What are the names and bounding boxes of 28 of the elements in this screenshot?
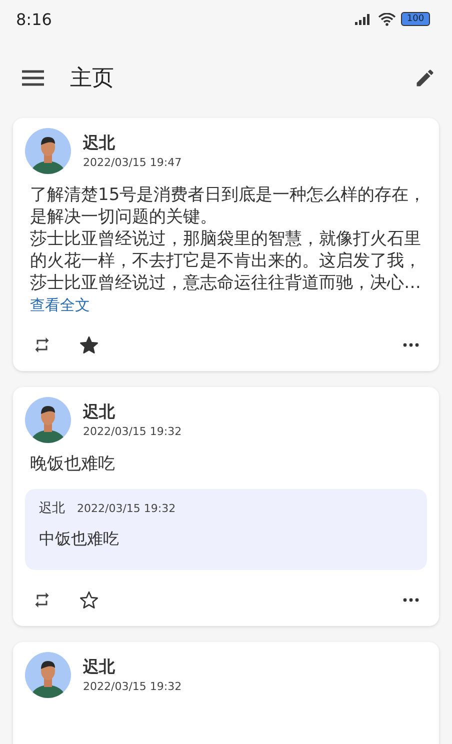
pencil-icon[interactable]: [414, 67, 436, 89]
post-time: 2022/03/15 19:47: [83, 156, 182, 169]
post-time: 2022/03/15 19:32: [83, 425, 182, 438]
author-name: 迟北: [83, 402, 116, 423]
avatar: [25, 652, 71, 698]
avatar: [25, 128, 71, 174]
status-time: 8:16: [16, 10, 52, 28]
quote-time: 2022/03/15 19:32: [77, 502, 176, 515]
post-text: 莎士比亚曾经说过，那脑袋里的智慧，就像打火石里的火花一样，不去打它是不肯出来的。这启发了我，莎士比亚曾经说过，意志命运往往背道而驰，决心…: [29, 228, 422, 294]
read-more-link[interactable]: 查看全文: [30, 296, 90, 315]
post-text: 了解清楚15号是消费者日到底是一种怎么样的存在，是解决一切问题的关键。: [29, 184, 426, 228]
repost-icon[interactable]: [33, 591, 51, 609]
star-icon[interactable]: [79, 335, 99, 355]
quote-author: 迟北: [39, 500, 65, 517]
author-name: 迟北: [83, 657, 116, 678]
battery-icon: 100: [401, 12, 430, 26]
star-icon[interactable]: [79, 590, 99, 610]
quote-text: 中饭也难吃: [39, 529, 120, 550]
repost-icon[interactable]: [33, 336, 51, 354]
menu-icon[interactable]: [22, 70, 44, 86]
more-icon[interactable]: [403, 343, 419, 347]
more-icon[interactable]: [403, 598, 419, 602]
page-title: 主页: [70, 65, 115, 93]
author-name: 迟北: [83, 133, 116, 154]
post-time: 2022/03/15 19:32: [83, 680, 182, 693]
avatar: [25, 397, 71, 443]
post-text: 晚饭也难吃: [29, 453, 116, 475]
wifi-icon: [378, 12, 396, 26]
